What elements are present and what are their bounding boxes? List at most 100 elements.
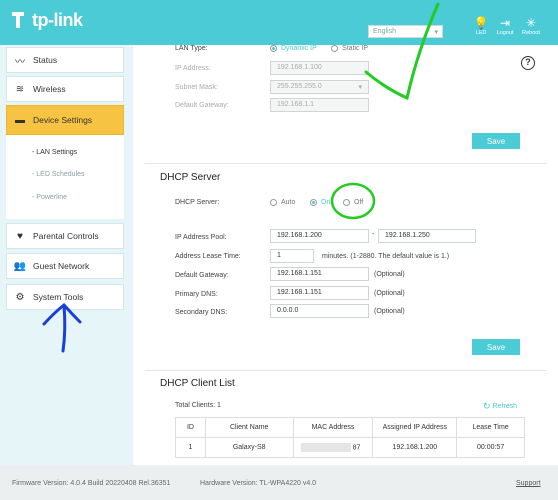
brand-name: tp-link: [32, 9, 83, 30]
brand-logo: tp-link: [8, 8, 83, 32]
reboot-icon: ✳: [525, 16, 537, 30]
device-settings-submenu: - LAN Settings - LED Schedules - Powerli…: [6, 135, 124, 219]
lan-mask-label: Subnet Mask:: [175, 84, 218, 91]
table-row: 1 Galaxy-S8 87 192.168.1.200 00:00:57: [175, 437, 525, 458]
refresh-button[interactable]: ↻ Refresh: [483, 401, 517, 412]
radio-dot: [270, 45, 277, 52]
help-icon[interactable]: ?: [521, 56, 535, 70]
radio-dot: [331, 45, 338, 52]
dhcp-server-label: DHCP Server:: [175, 199, 220, 206]
parental-controls-icon: ♥: [17, 230, 23, 242]
lan-type-label: LAN Type:: [175, 45, 208, 52]
sidebar-item-status[interactable]: 〰 Status: [6, 47, 124, 73]
sidebar-item-label: Wireless: [33, 84, 66, 94]
column-header: Lease Time: [456, 417, 525, 438]
lease-hint: minutes. (1-2880. The default value is 1…: [322, 253, 450, 260]
sidebar-item-wireless[interactable]: ≋ Wireless: [6, 76, 124, 102]
dhcp-primary-dns-field[interactable]: 192.168.1.151: [270, 286, 369, 300]
radio-static-ip[interactable]: Static IP: [331, 45, 368, 52]
optional-hint: (Optional): [374, 290, 405, 297]
reboot-button[interactable]: ✳ Reboot: [518, 16, 544, 36]
lan-save-button[interactable]: Save: [472, 133, 520, 149]
status-icon: 〰: [15, 56, 25, 68]
dhcp-primary-dns-label: Primary DNS:: [175, 291, 218, 298]
led-icon: 💡: [473, 16, 489, 30]
led-label: LED: [475, 30, 487, 36]
cell-lease-time: 00:00:57: [456, 437, 525, 458]
total-clients: Total Clients: 1: [175, 402, 221, 409]
radio-label: Auto: [281, 199, 296, 206]
radio-label: On: [321, 199, 331, 206]
lan-mask-value: 255.255.255.0: [277, 83, 322, 90]
language-select[interactable]: English ▾: [368, 25, 443, 38]
sidebar-item-guest-network[interactable]: 👥 Guest Network: [6, 253, 124, 279]
optional-hint: (Optional): [374, 271, 405, 278]
lan-gateway-field[interactable]: 192.168.1.1: [270, 98, 369, 112]
sidebar: 〰 Status ≋ Wireless ▬ Device Settings - …: [0, 45, 133, 465]
sidebar-item-label: System Tools: [33, 292, 84, 302]
cell-assigned-ip: 192.168.1.200: [372, 437, 458, 458]
dhcp-gateway-field[interactable]: 192.168.1.151: [270, 267, 369, 281]
radio-label: Off: [354, 199, 364, 206]
reboot-label: Reboot: [522, 30, 540, 36]
refresh-icon: ↻: [483, 401, 491, 411]
radio-dhcp-auto[interactable]: Auto: [270, 199, 295, 206]
dhcp-secondary-dns-label: Secondary DNS:: [175, 309, 228, 316]
lan-mask-field[interactable]: 255.255.255.0 ▾: [270, 80, 369, 94]
logout-icon: ⇥: [499, 16, 511, 30]
radio-label: Dynamic IP: [281, 45, 317, 52]
mac-visible-suffix: 87: [352, 444, 361, 452]
pool-separator: -: [372, 231, 375, 238]
lan-ip-label: IP Address:: [175, 65, 211, 72]
sidebar-item-label: Parental Controls: [33, 231, 99, 241]
dhcp-pool-end-field[interactable]: 192.168.1.250: [378, 229, 476, 243]
dhcp-gateway-label: Default Gateway:: [175, 272, 229, 279]
logout-button[interactable]: ⇥ Logout: [492, 16, 518, 36]
radio-dot: [310, 199, 317, 206]
section-divider: [145, 370, 547, 371]
client-table: ID Client Name MAC Address Assigned IP A…: [175, 417, 525, 458]
led-button[interactable]: 💡 LED: [468, 16, 494, 36]
device-settings-icon: ▬: [15, 114, 25, 126]
sidebar-item-device-settings[interactable]: ▬ Device Settings: [6, 105, 124, 135]
cell-id: 1: [175, 437, 206, 458]
section-divider: [145, 163, 547, 164]
logout-label: Logout: [496, 30, 514, 36]
sidebar-item-label: Guest Network: [33, 261, 90, 271]
sidebar-item-label: Device Settings: [33, 115, 93, 125]
client-list-title: DHCP Client List: [160, 378, 235, 389]
sidebar-item-label: Status: [33, 55, 58, 65]
radio-dot: [343, 199, 350, 206]
dhcp-save-button[interactable]: Save: [472, 339, 520, 355]
tp-link-logo-icon: [12, 12, 24, 28]
cell-mac: 87: [292, 437, 374, 458]
chevron-down-icon: ▾: [358, 84, 362, 91]
submenu-powerline[interactable]: - Powerline: [32, 194, 67, 201]
lan-ip-field[interactable]: 192.168.1.100: [270, 61, 369, 75]
radio-dot: [270, 199, 277, 206]
radio-dynamic-ip[interactable]: Dynamic IP: [270, 45, 317, 52]
footer: Firmware Version: 4.0.4 Build 20220408 R…: [0, 465, 558, 500]
chevron-down-icon: ▾: [434, 28, 438, 36]
dhcp-lease-field[interactable]: 1: [270, 249, 314, 263]
refresh-label: Refresh: [492, 403, 518, 410]
dhcp-pool-label: IP Address Pool:: [175, 234, 227, 241]
dhcp-secondary-dns-field[interactable]: 0.0.0.0: [270, 304, 369, 318]
sidebar-item-system-tools[interactable]: ⚙ System Tools: [6, 284, 124, 310]
radio-dhcp-off[interactable]: Off: [343, 199, 363, 206]
submenu-led-schedules[interactable]: - LED Schedules: [32, 171, 85, 178]
table-header-row: ID Client Name MAC Address Assigned IP A…: [175, 417, 525, 438]
sidebar-item-parental-controls[interactable]: ♥ Parental Controls: [6, 223, 124, 249]
radio-dhcp-on[interactable]: On: [310, 199, 330, 206]
column-header: MAC Address: [292, 417, 374, 438]
mac-redaction: [300, 443, 351, 452]
lan-gateway-label: Default Gateway:: [175, 102, 229, 109]
radio-label: Static IP: [342, 45, 369, 52]
column-header: ID: [175, 417, 206, 438]
hardware-version: Hardware Version: TL-WPA4220 v4.0: [200, 480, 317, 487]
system-tools-icon: ⚙: [15, 291, 25, 303]
support-link[interactable]: Support: [516, 480, 541, 487]
top-bar: tp-link English ▾ 💡 LED ⇥ Logout ✳ Reboo…: [0, 0, 558, 45]
submenu-lan-settings[interactable]: - LAN Settings: [32, 149, 77, 156]
dhcp-pool-start-field[interactable]: 192.168.1.200: [270, 229, 369, 243]
